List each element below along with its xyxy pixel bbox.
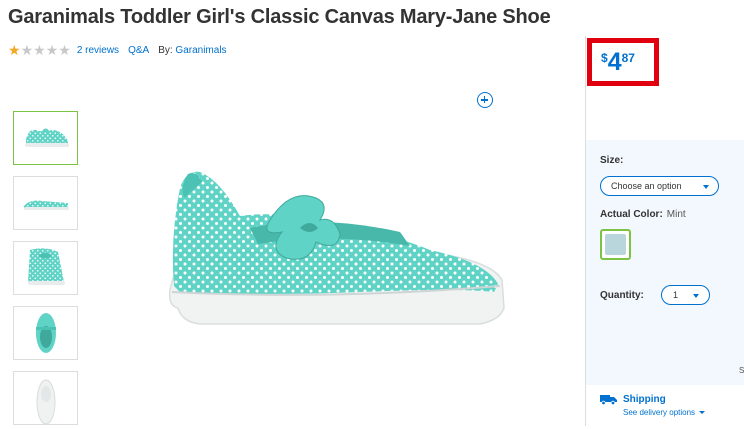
- shoe-back-thumbnail-image: [28, 248, 65, 285]
- price-currency: $: [601, 51, 608, 65]
- thumbnail-3[interactable]: [13, 241, 78, 295]
- thumbnail-5[interactable]: [13, 371, 78, 425]
- quantity-label: Quantity:: [600, 290, 644, 301]
- see-delivery-options-link[interactable]: See delivery options: [623, 408, 706, 417]
- star-empty-icon: ★: [20, 42, 34, 58]
- price-dollars: 4: [607, 48, 622, 76]
- shoe-pair-thumbnail-image: [24, 200, 69, 210]
- quantity-value: 1: [673, 290, 679, 300]
- size-select[interactable]: Choose an option: [600, 176, 719, 196]
- price-cents: 87: [621, 51, 635, 65]
- shipping-title: Shipping: [623, 394, 666, 405]
- quantity-select[interactable]: 1: [661, 285, 710, 305]
- brand-byline: By: Garanimals: [158, 45, 226, 56]
- star-empty-icon: ★: [33, 42, 46, 58]
- zoom-in-icon[interactable]: [477, 92, 493, 108]
- shoe-side-thumbnail-image: [25, 128, 69, 147]
- price-highlight: $487: [587, 38, 659, 86]
- star-empty-icon: ★: [58, 42, 71, 58]
- product-price: $487: [601, 48, 635, 76]
- brand-link[interactable]: Garanimals: [175, 45, 226, 56]
- product-main-image: [168, 171, 505, 325]
- thumbnail-2[interactable]: [13, 176, 78, 230]
- delivery-options-label: See delivery options: [623, 408, 696, 417]
- chevron-down-icon: [703, 185, 709, 189]
- actual-color-row: Actual Color: Mint: [600, 209, 686, 220]
- shoe-sole-thumbnail-image: [36, 379, 56, 425]
- qa-link[interactable]: Q&A: [128, 45, 149, 56]
- actual-color-value: Mint: [666, 209, 686, 220]
- star-empty-icon: ★: [45, 42, 59, 58]
- thumbnail-1[interactable]: [13, 111, 78, 165]
- shoe-top-thumbnail-image: [36, 313, 56, 353]
- actual-color-label: Actual Color:: [600, 209, 663, 220]
- clipped-text: S: [739, 366, 744, 375]
- chevron-down-icon: [699, 411, 706, 414]
- star-filled-icon: ★: [8, 42, 21, 58]
- product-meta: ★ ★ ★ ★ ★ 2 reviews Q&A By: Garanimals: [8, 43, 227, 57]
- rating-stars[interactable]: ★ ★ ★ ★ ★: [8, 43, 71, 57]
- chevron-down-icon: [693, 294, 699, 298]
- product-title: Garanimals Toddler Girl's Classic Canvas…: [8, 6, 551, 28]
- reviews-link[interactable]: 2 reviews: [77, 45, 119, 56]
- size-label: Size:: [600, 155, 624, 166]
- mint-swatch-image: [605, 234, 626, 255]
- thumbnail-4[interactable]: [13, 306, 78, 360]
- by-label: By:: [158, 44, 173, 56]
- product-options: Size: Choose an option Actual Color: Mint…: [586, 140, 744, 385]
- truck-icon: [600, 395, 617, 405]
- size-select-value: Choose an option: [611, 181, 682, 191]
- color-swatch-mint[interactable]: [600, 229, 631, 260]
